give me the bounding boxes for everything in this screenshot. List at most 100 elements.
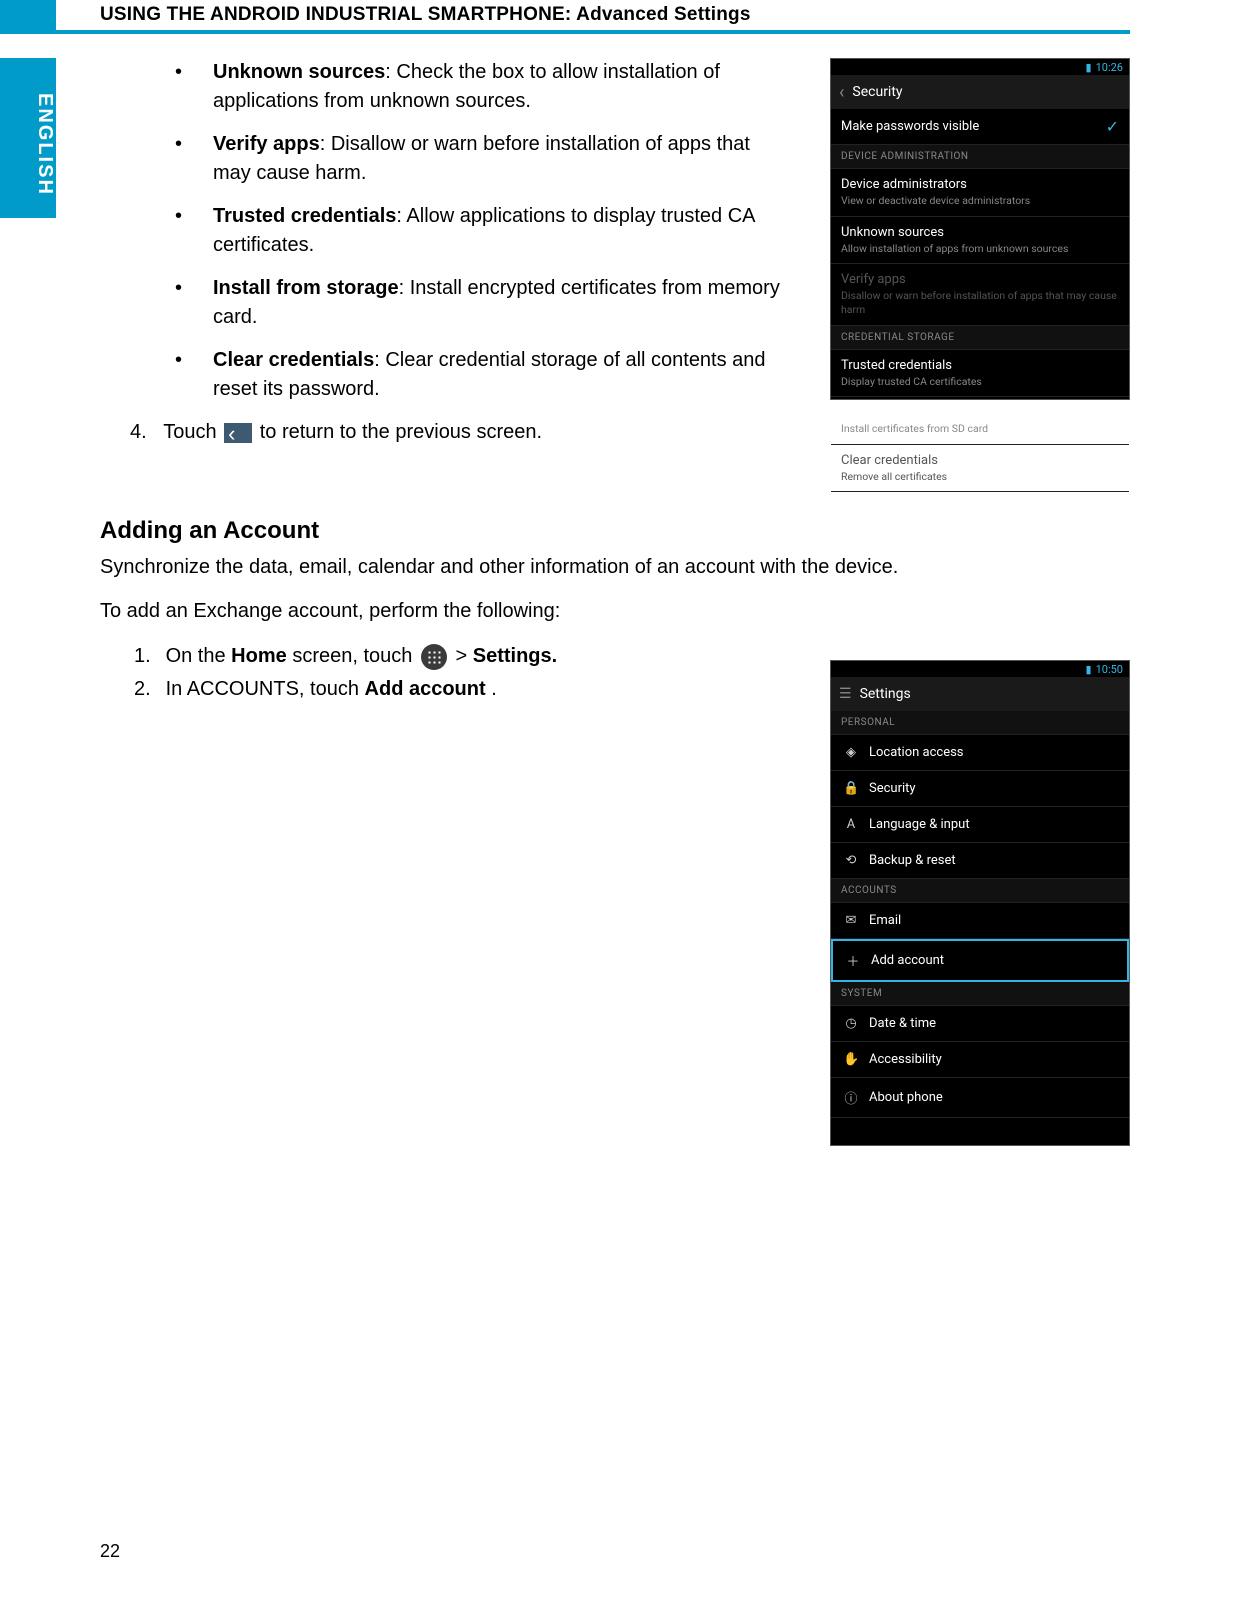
screenshot-settings-accounts: ▮ 10:50 ☰ Settings PERSONAL ◈ Location acc… xyxy=(830,660,1130,1146)
settings-item[interactable]: ◈ Location access xyxy=(831,735,1129,771)
status-bar: ▮ 10:26 xyxy=(831,59,1129,75)
page-header: USING THE ANDROID INDUSTRIAL SMARTPHONE:… xyxy=(100,4,751,26)
section-header: SYSTEM xyxy=(831,982,1129,1006)
bullet-term: Install from storage xyxy=(213,277,399,299)
setting-subtitle: Display trusted CA certificates xyxy=(841,375,1119,389)
screen-title: Security xyxy=(852,84,902,100)
bullet-item: Trusted credentials: Allow applications … xyxy=(175,202,790,260)
bullet-term: Verify apps xyxy=(213,133,320,155)
battery-icon: ▮ xyxy=(1086,663,1092,676)
battery-icon: ▮ xyxy=(1086,61,1092,74)
language-tab: ENGLISH xyxy=(0,58,56,218)
setting-row[interactable]: Install from SD card Install certificates… xyxy=(831,397,1129,445)
section-intro: Synchronize the data, email, calendar an… xyxy=(100,553,1130,581)
bullet-term: Unknown sources xyxy=(213,61,385,83)
setting-subtitle: Disallow or warn before installation of … xyxy=(841,289,1119,316)
setting-row[interactable]: Make passwords visible ✓ xyxy=(831,109,1129,145)
settings-item[interactable]: ⟲ Backup & reset xyxy=(831,843,1129,879)
item-icon: A xyxy=(843,817,859,832)
setting-title: Trusted credentials xyxy=(841,358,1119,373)
screen-title-bar[interactable]: ☰ Settings xyxy=(831,677,1129,711)
bullet-item: Install from storage: Install encrypted … xyxy=(175,274,790,332)
setting-title: Device administrators xyxy=(841,177,1119,192)
screen-title: Settings xyxy=(860,686,911,702)
bullet-term: Trusted credentials xyxy=(213,205,396,227)
item-label: About phone xyxy=(869,1090,943,1105)
setting-title: Install from SD card xyxy=(841,405,1119,420)
section-header: ACCOUNTS xyxy=(831,879,1129,903)
item-label: Accessibility xyxy=(869,1052,942,1067)
section-header: PERSONAL xyxy=(831,711,1129,735)
setting-title: Make passwords visible xyxy=(841,119,979,134)
text: On the xyxy=(166,645,232,667)
setting-row[interactable]: Unknown sources Allow installation of app… xyxy=(831,217,1129,265)
item-icon: ＋ xyxy=(845,951,861,970)
settings-item[interactable]: ✋ Accessibility xyxy=(831,1042,1129,1078)
clock: 10:50 xyxy=(1096,663,1123,676)
item-label: Add account xyxy=(871,953,944,968)
bold-settings: Settings. xyxy=(473,645,557,667)
bold-add-account: Add account xyxy=(365,678,486,700)
item-icon: 🔒 xyxy=(843,781,859,796)
step-text-pre: Touch xyxy=(163,421,222,443)
item-label: Backup & reset xyxy=(869,853,956,868)
security-options-list: Unknown sources: Check the box to allow … xyxy=(175,58,790,404)
step-number: 2. xyxy=(134,674,160,705)
setting-title: Verify apps xyxy=(841,272,1119,287)
section-header: DEVICE ADMINISTRATION xyxy=(831,145,1129,169)
item-label: Email xyxy=(869,913,901,928)
text: . xyxy=(491,678,497,700)
step-number: 4. xyxy=(130,418,158,447)
item-icon: ⓘ xyxy=(843,1088,859,1107)
item-icon: ✉ xyxy=(843,913,859,928)
bullet-term: Clear credentials xyxy=(213,349,374,371)
settings-item[interactable]: 🔒 Security xyxy=(831,771,1129,807)
back-chevron-icon[interactable]: ‹ xyxy=(839,82,844,103)
header-accent xyxy=(0,0,56,30)
gt: > xyxy=(456,645,473,667)
setting-subtitle: View or deactivate device administrators xyxy=(841,194,1119,208)
setting-subtitle: Remove all certificates xyxy=(841,470,1119,484)
setting-subtitle: Allow installation of apps from unknown … xyxy=(841,242,1119,256)
settings-icon: ☰ xyxy=(839,686,852,702)
bullet-item: Clear credentials: Clear credential stor… xyxy=(175,346,790,404)
settings-item[interactable]: ＋ Add account xyxy=(831,939,1129,982)
checkbox-checked-icon[interactable]: ✓ xyxy=(1106,117,1119,136)
page-number: 22 xyxy=(100,1541,120,1562)
section-header: CREDENTIAL STORAGE xyxy=(831,326,1129,350)
text: screen, touch xyxy=(292,645,418,667)
setting-title: Clear credentials xyxy=(841,453,1119,468)
settings-item[interactable]: ✉ Email xyxy=(831,903,1129,939)
bullet-item: Unknown sources: Check the box to allow … xyxy=(175,58,790,116)
setting-subtitle: Install certificates from SD card xyxy=(841,422,1119,436)
setting-row[interactable]: Verify apps Disallow or warn before insta… xyxy=(831,264,1129,325)
setting-row[interactable]: Device administrators View or deactivate … xyxy=(831,169,1129,217)
text: In ACCOUNTS, touch xyxy=(166,678,365,700)
setting-row[interactable]: Clear credentials Remove all certificates xyxy=(831,445,1129,493)
item-icon: ✋ xyxy=(843,1052,859,1067)
item-icon: ◈ xyxy=(843,745,859,760)
item-icon: ⟲ xyxy=(843,853,859,868)
screen-title-bar[interactable]: ‹ Security xyxy=(831,75,1129,109)
step-number: 1. xyxy=(134,641,160,672)
bold-home: Home xyxy=(231,645,287,667)
item-label: Location access xyxy=(869,745,964,760)
header-rule xyxy=(0,30,1130,34)
bullet-item: Verify apps: Disallow or warn before ins… xyxy=(175,130,790,188)
settings-item[interactable]: ⓘ About phone xyxy=(831,1078,1129,1118)
clock: 10:26 xyxy=(1096,61,1123,74)
apps-icon xyxy=(421,644,447,670)
settings-item[interactable]: ◷ Date & time xyxy=(831,1006,1129,1042)
screenshot-security-settings: ▮ 10:26 ‹ Security Make passwords visibl… xyxy=(830,58,1130,400)
step-text-post: to return to the previous screen. xyxy=(260,421,542,443)
back-icon xyxy=(224,423,252,443)
item-label: Security xyxy=(869,781,916,796)
setting-title: Unknown sources xyxy=(841,225,1119,240)
setting-row[interactable]: Trusted credentials Display trusted CA ce… xyxy=(831,350,1129,398)
status-bar: ▮ 10:50 xyxy=(831,661,1129,677)
item-label: Language & input xyxy=(869,817,970,832)
settings-item[interactable]: A Language & input xyxy=(831,807,1129,843)
item-icon: ◷ xyxy=(843,1016,859,1031)
item-label: Date & time xyxy=(869,1016,936,1031)
section-heading-adding-account: Adding an Account xyxy=(100,517,1130,545)
